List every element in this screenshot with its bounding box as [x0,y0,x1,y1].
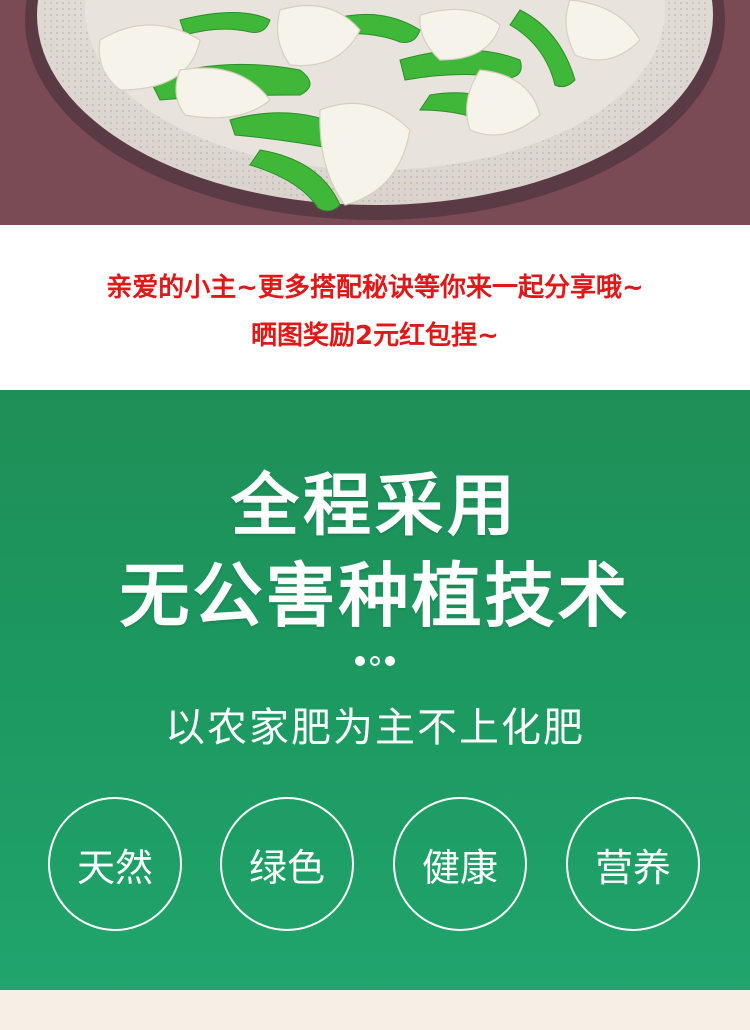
badge-healthy: 健康 [393,797,527,931]
badge-natural: 天然 [48,797,182,931]
food-photo [0,0,750,225]
dot-icon [370,656,380,666]
bottom-divider [0,990,750,1030]
badge-green: 绿色 [220,797,354,931]
promo-text-line-2: 晒图奖励2元红包捏~ [251,321,499,351]
feature-section: 全程采用 无公害种植技术 以农家肥为主不上化肥 天然 绿色 健康 营养 [0,390,750,990]
subheadline: 以农家肥为主不上化肥 [165,705,585,751]
headline-line-2: 无公害种植技术 [119,555,631,637]
product-detail-page: 亲爱的小主~更多搭配秘诀等你来一起分享哦~ 晒图奖励2元红包捏~ 全程采用 无公… [0,0,750,1030]
badge-nutrition: 营养 [566,797,700,931]
stir-fry-dish-image [0,0,750,225]
dot-icon [355,656,365,666]
promo-text-line-1: 亲爱的小主~更多搭配秘诀等你来一起分享哦~ [106,273,644,303]
feature-badges: 天然 绿色 健康 营养 [0,797,750,935]
headline-line-1: 全程采用 [230,467,519,546]
promo-banner: 亲爱的小主~更多搭配秘诀等你来一起分享哦~ 晒图奖励2元红包捏~ [0,225,750,390]
dot-icon [385,656,395,666]
decorative-dots [0,656,750,666]
